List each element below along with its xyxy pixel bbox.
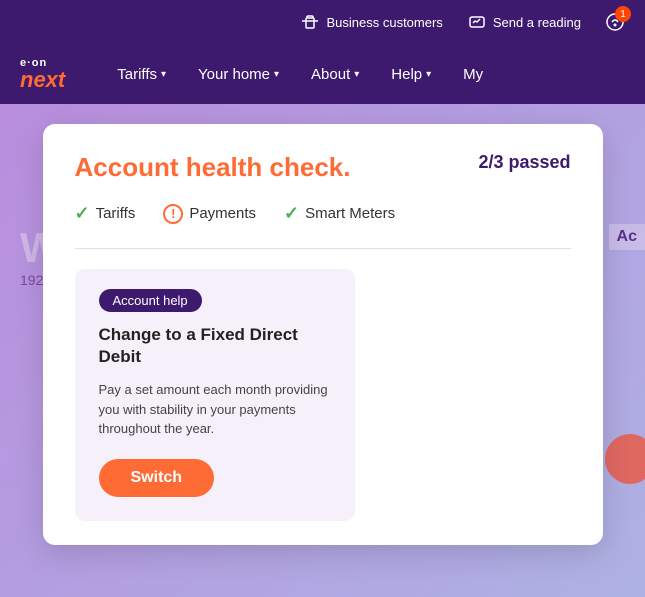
logo-next: next	[20, 69, 65, 91]
notification-badge: 1	[615, 6, 631, 22]
switch-button[interactable]: Switch	[99, 459, 215, 497]
smart-meters-check-label: Smart Meters	[305, 205, 395, 222]
meter-icon	[467, 12, 487, 32]
rec-card-title: Change to a Fixed Direct Debit	[99, 324, 331, 368]
nav-help[interactable]: Help ▾	[391, 66, 431, 83]
tariffs-check-icon: ✓	[75, 203, 90, 224]
help-chevron-icon: ▾	[426, 69, 431, 80]
recommendation-card: Account help Change to a Fixed Direct De…	[75, 269, 355, 521]
eon-next-logo[interactable]: e·on next	[20, 58, 65, 91]
nav-about[interactable]: About ▾	[311, 66, 359, 83]
check-items: ✓ Tariffs ! Payments ✓ Smart Meters	[75, 203, 571, 224]
send-reading-label: Send a reading	[493, 15, 581, 30]
business-customers-label: Business customers	[326, 15, 442, 30]
send-reading-link[interactable]: Send a reading	[467, 12, 581, 32]
briefcase-icon	[300, 12, 320, 32]
payments-check-label: Payments	[189, 205, 256, 222]
check-smart-meters: ✓ Smart Meters	[284, 203, 395, 224]
tariffs-label: Tariffs	[117, 66, 157, 83]
check-tariffs: ✓ Tariffs	[75, 203, 136, 224]
modal-header: Account health check. 2/3 passed	[75, 152, 571, 183]
modal-overlay: Account health check. 2/3 passed ✓ Tarif…	[0, 104, 645, 597]
modal-divider	[75, 248, 571, 249]
check-payments: ! Payments	[163, 204, 256, 224]
business-customers-link[interactable]: Business customers	[300, 12, 442, 32]
tariffs-chevron-icon: ▾	[161, 69, 166, 80]
main-nav: e·on next Tariffs ▾ Your home ▾ About ▾ …	[0, 44, 645, 104]
about-chevron-icon: ▾	[354, 69, 359, 80]
account-help-label: Account help	[99, 289, 202, 312]
nav-tariffs[interactable]: Tariffs ▾	[117, 66, 166, 83]
payments-warning-icon: !	[163, 204, 183, 224]
modal-passed: 2/3 passed	[478, 152, 570, 173]
notifications-link[interactable]: 1	[605, 12, 625, 32]
health-check-modal: Account health check. 2/3 passed ✓ Tarif…	[43, 124, 603, 545]
my-label: My	[463, 66, 483, 83]
help-label: Help	[391, 66, 422, 83]
smart-meters-check-icon: ✓	[284, 203, 299, 224]
top-nav: Business customers Send a reading 1	[0, 0, 645, 44]
your-home-chevron-icon: ▾	[274, 69, 279, 80]
rec-card-description: Pay a set amount each month providing yo…	[99, 380, 331, 439]
about-label: About	[311, 66, 350, 83]
tariffs-check-label: Tariffs	[96, 205, 136, 222]
your-home-label: Your home	[198, 66, 270, 83]
nav-my[interactable]: My	[463, 66, 483, 83]
modal-title: Account health check.	[75, 152, 351, 183]
nav-your-home[interactable]: Your home ▾	[198, 66, 279, 83]
